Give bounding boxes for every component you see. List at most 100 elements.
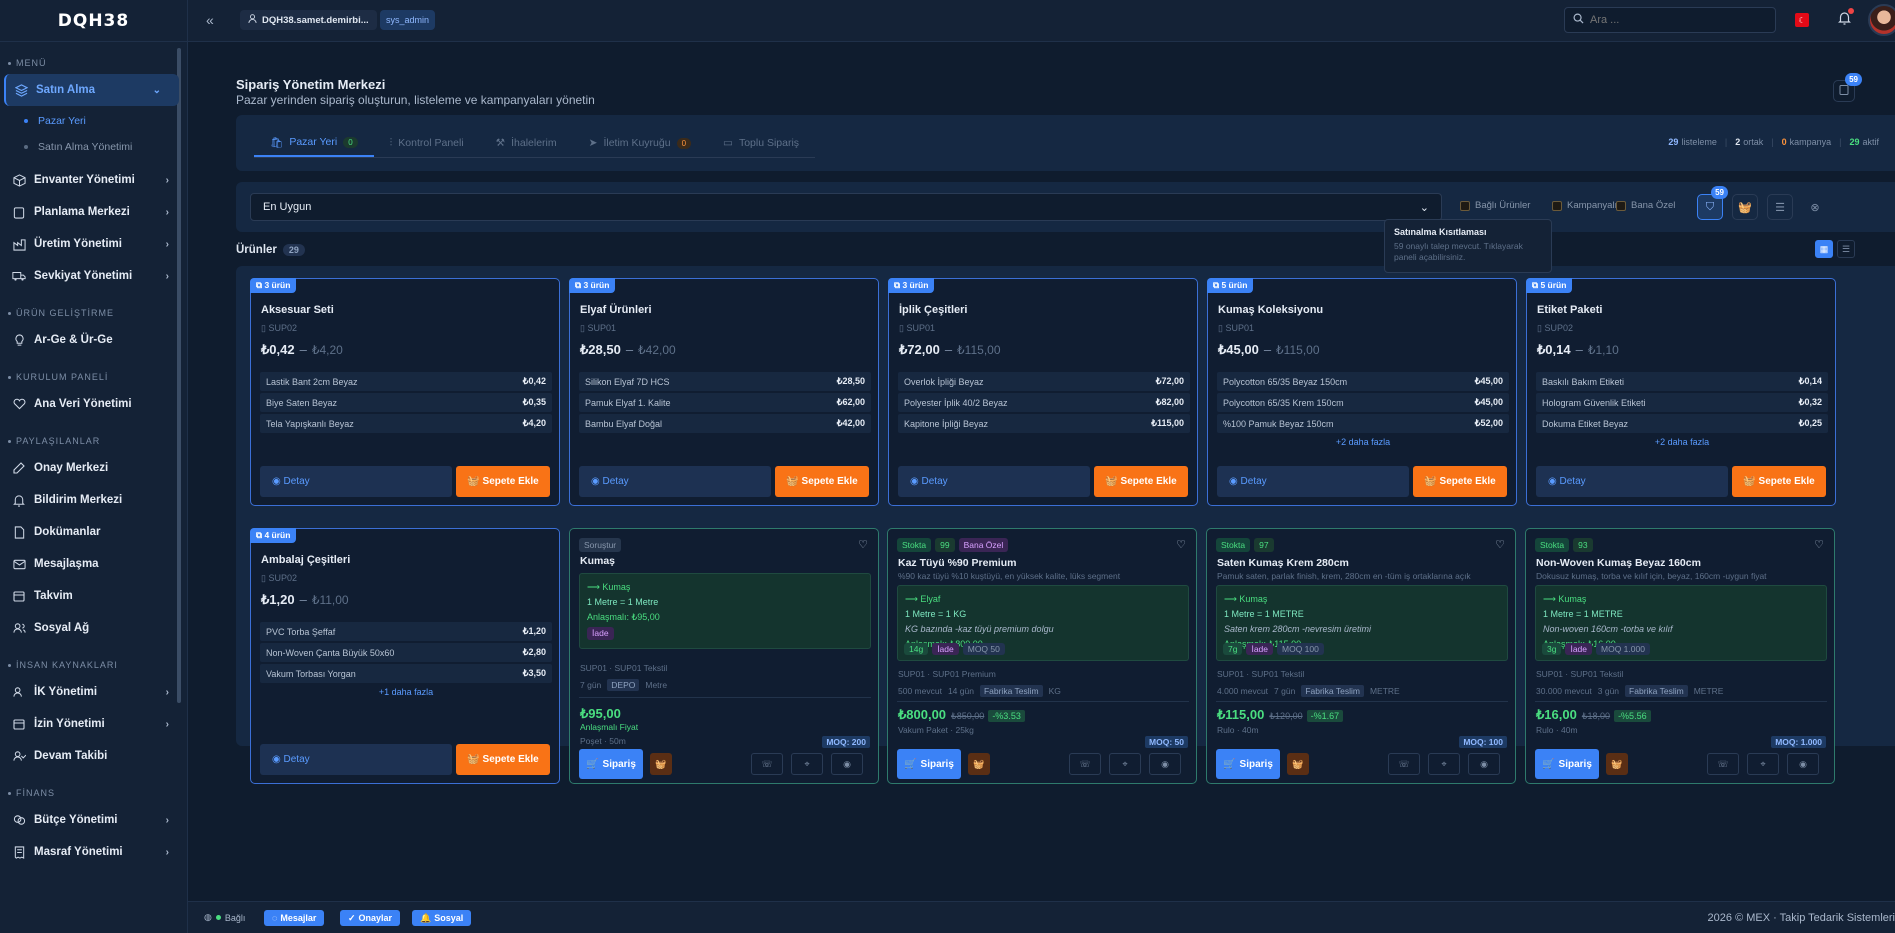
basket-button[interactable]: 🧺 bbox=[1732, 194, 1758, 220]
favorite-icon[interactable]: ♡ bbox=[1495, 538, 1505, 551]
restriction-button[interactable]: ⛉ 59 bbox=[1697, 186, 1728, 220]
group-card[interactable]: ⧉ 5 ürün Kumaş Koleksiyonu ▯ SUP01 ₺45,0… bbox=[1207, 278, 1517, 506]
clear-filter-button[interactable]: ⊗ bbox=[1802, 194, 1828, 220]
sidebar-sub-pazar-yeri[interactable]: Pazar Yeri bbox=[0, 108, 187, 134]
product-card[interactable]: Stokta 93 ♡ Non-Woven Kumaş Beyaz 160cm D… bbox=[1525, 528, 1835, 784]
group-card[interactable]: ⧉ 3 ürün Elyaf Ürünleri ▯ SUP01 ₺28,50– ₺… bbox=[569, 278, 879, 506]
footer-sosyal-button[interactable]: 🔔 Sosyal bbox=[412, 910, 472, 926]
view-icon[interactable]: ◉ bbox=[831, 753, 863, 775]
grid-view-icon[interactable]: ▦ bbox=[1815, 240, 1833, 258]
sidebar-item-takvim[interactable]: Takvim bbox=[0, 580, 187, 612]
sidebar-item-masraf[interactable]: Masraf Yönetimi › bbox=[0, 836, 187, 868]
view-icon[interactable]: ◉ bbox=[1149, 753, 1181, 775]
sidebar-item-uretim[interactable]: Üretim Yönetimi › bbox=[0, 228, 187, 260]
sidebar-item-planlama[interactable]: Planlama Merkezi › bbox=[0, 196, 187, 228]
sidebar-item-ik[interactable]: İK Yönetimi › bbox=[0, 676, 187, 708]
detail-button[interactable]: ◉ Detay bbox=[260, 744, 452, 775]
basket-button[interactable]: 🧺 bbox=[968, 753, 990, 775]
app-logo[interactable]: DQH38 bbox=[0, 0, 187, 42]
more-items-link[interactable]: +2 daha fazla bbox=[1217, 437, 1509, 447]
sidebar-item-ana-veri[interactable]: Ana Veri Yönetimi bbox=[0, 388, 187, 420]
avatar[interactable] bbox=[1868, 4, 1895, 36]
add-to-cart-button[interactable]: 🧺 Sepete Ekle bbox=[775, 466, 869, 497]
detail-button[interactable]: ◉ Detay bbox=[260, 466, 452, 497]
view-icon[interactable]: ◉ bbox=[1787, 753, 1819, 775]
detail-button[interactable]: ◉ Detay bbox=[579, 466, 771, 497]
user-chip[interactable]: DQH38.samet.demirbi... bbox=[240, 10, 377, 30]
detail-button[interactable]: ◉ Detay bbox=[1217, 466, 1409, 497]
group-card[interactable]: ⧉ 4 ürün Ambalaj Çeşitleri ▯ SUP02 ₺1,20… bbox=[250, 528, 560, 784]
order-button[interactable]: 🛒 Sipariş bbox=[1535, 749, 1599, 779]
add-to-cart-button[interactable]: 🧺 Sepete Ekle bbox=[1732, 466, 1826, 497]
phone-icon[interactable]: ☏ bbox=[1388, 753, 1420, 775]
view-icon[interactable]: ◉ bbox=[1468, 753, 1500, 775]
phone-icon[interactable]: ☏ bbox=[751, 753, 783, 775]
sidebar-item-butce[interactable]: Bütçe Yönetimi › bbox=[0, 804, 187, 836]
collapse-sidebar-icon[interactable]: « bbox=[206, 12, 214, 28]
filter-bana-ozel[interactable]: Bana Özel bbox=[1616, 200, 1675, 211]
favorite-icon[interactable]: ♡ bbox=[858, 538, 868, 551]
sidebar-sub-satin-alma-yonetimi[interactable]: Satın Alma Yönetimi bbox=[0, 134, 187, 160]
group-card[interactable]: ⧉ 3 ürün Aksesuar Seti ▯ SUP02 ₺0,42– ₺4,… bbox=[250, 278, 560, 506]
basket-button[interactable]: 🧺 bbox=[1606, 753, 1628, 775]
more-items-link[interactable]: +2 daha fazla bbox=[1536, 437, 1828, 447]
order-button[interactable]: 🛒 Sipariş bbox=[1216, 749, 1280, 779]
tab-kontrol-paneli[interactable]: ⫶ Kontrol Paneli bbox=[374, 129, 480, 157]
notification-bell-icon[interactable] bbox=[1838, 8, 1854, 28]
more-items-link[interactable]: +1 daha fazla bbox=[260, 687, 552, 697]
basket-button[interactable]: 🧺 bbox=[1287, 753, 1309, 775]
filter-bagli-urunler[interactable]: Bağlı Ürünler bbox=[1460, 200, 1530, 211]
location-icon[interactable]: ⌖ bbox=[1747, 753, 1779, 775]
filter-settings-button[interactable]: ☰ bbox=[1767, 194, 1793, 220]
sidebar-item-onay[interactable]: Onay Merkezi bbox=[0, 452, 187, 484]
product-card[interactable]: Stokta 97 ♡ Saten Kumaş Krem 280cm Pamuk … bbox=[1206, 528, 1516, 784]
sidebar-item-dokuman[interactable]: Dokümanlar bbox=[0, 516, 187, 548]
search-box[interactable] bbox=[1564, 7, 1776, 33]
favorite-icon[interactable]: ♡ bbox=[1176, 538, 1186, 551]
group-item: %100 Pamuk Beyaz 150cm ₺52,00 bbox=[1217, 414, 1509, 433]
add-to-cart-button[interactable]: 🧺 Sepete Ekle bbox=[1413, 466, 1507, 497]
tab-iletim-kuyrugu[interactable]: ➤ İletim Kuyruğu 0 bbox=[573, 129, 707, 157]
search-input[interactable] bbox=[1590, 14, 1760, 26]
turkey-flag-icon[interactable]: ☾ bbox=[1795, 13, 1809, 27]
sidebar-item-bildirim[interactable]: Bildirim Merkezi bbox=[0, 484, 187, 516]
product-card-kumas[interactable]: Soruştur ♡ Kumaş ⟶ Kumaş 1 Metre = 1 Met… bbox=[569, 528, 879, 784]
order-button[interactable]: 🛒 Sipariş bbox=[897, 749, 961, 779]
order-button[interactable]: 🛒 Sipariş bbox=[579, 749, 643, 779]
sidebar-item-devam[interactable]: Devam Takibi bbox=[0, 740, 187, 772]
add-to-cart-button[interactable]: 🧺 Sepete Ekle bbox=[456, 466, 550, 497]
location-icon[interactable]: ⌖ bbox=[1109, 753, 1141, 775]
filter-kampanyali[interactable]: Kampanyalı bbox=[1552, 200, 1617, 211]
list-view-icon[interactable]: ☰ bbox=[1837, 240, 1855, 258]
cart-button[interactable]: 59 bbox=[1833, 73, 1862, 102]
footer-onaylar-button[interactable]: ✓ Onaylar bbox=[340, 910, 401, 926]
phone-icon[interactable]: ☏ bbox=[1069, 753, 1101, 775]
sidebar-item-izin[interactable]: İzin Yönetimi › bbox=[0, 708, 187, 740]
location-icon[interactable]: ⌖ bbox=[791, 753, 823, 775]
group-name: İplik Çeşitleri bbox=[899, 304, 968, 316]
tab-pazar-yeri[interactable]: 🛍 Pazar Yeri 0 bbox=[254, 129, 374, 157]
sidebar-item-satin-alma[interactable]: Satın Alma ⌄ bbox=[4, 74, 179, 106]
favorite-icon[interactable]: ♡ bbox=[1814, 538, 1824, 551]
sidebar-item-mesaj[interactable]: Mesajlaşma bbox=[0, 548, 187, 580]
add-to-cart-button[interactable]: 🧺 Sepete Ekle bbox=[456, 744, 550, 775]
add-to-cart-button[interactable]: 🧺 Sepete Ekle bbox=[1094, 466, 1188, 497]
group-card[interactable]: ⧉ 3 ürün İplik Çeşitleri ▯ SUP01 ₺72,00–… bbox=[888, 278, 1198, 506]
detail-button[interactable]: ◉ Detay bbox=[898, 466, 1090, 497]
sidebar-item-sevkiyat[interactable]: Sevkiyat Yönetimi › bbox=[0, 260, 187, 292]
product-card[interactable]: Stokta 99 Bana Özel ♡ Kaz Tüyü %90 Premium… bbox=[887, 528, 1197, 784]
sort-select[interactable]: En Uygun ⌄ bbox=[250, 193, 1442, 221]
sidebar-item-arge[interactable]: Ar-Ge & Ür-Ge bbox=[0, 324, 187, 356]
stock-info: 500 mevcut 14 gün Fabrika Teslim KG bbox=[898, 685, 1061, 697]
basket-button[interactable]: 🧺 bbox=[650, 753, 672, 775]
location-icon[interactable]: ⌖ bbox=[1428, 753, 1460, 775]
sidebar-item-envanter[interactable]: Envanter Yönetimi › bbox=[0, 164, 187, 196]
box-icon bbox=[12, 173, 26, 187]
tab-toplu-siparis[interactable]: ▭ Toplu Sipariş bbox=[707, 129, 815, 157]
group-card[interactable]: ⧉ 5 ürün Etiket Paketi ▯ SUP02 ₺0,14– ₺1,… bbox=[1526, 278, 1836, 506]
tab-ihalelerim[interactable]: ⚒ İhalelerim bbox=[480, 129, 573, 157]
detail-button[interactable]: ◉ Detay bbox=[1536, 466, 1728, 497]
sidebar-item-sosyal[interactable]: Sosyal Ağ bbox=[0, 612, 187, 644]
footer-mesajlar-button[interactable]: ◌ Mesajlar bbox=[264, 910, 325, 926]
phone-icon[interactable]: ☏ bbox=[1707, 753, 1739, 775]
